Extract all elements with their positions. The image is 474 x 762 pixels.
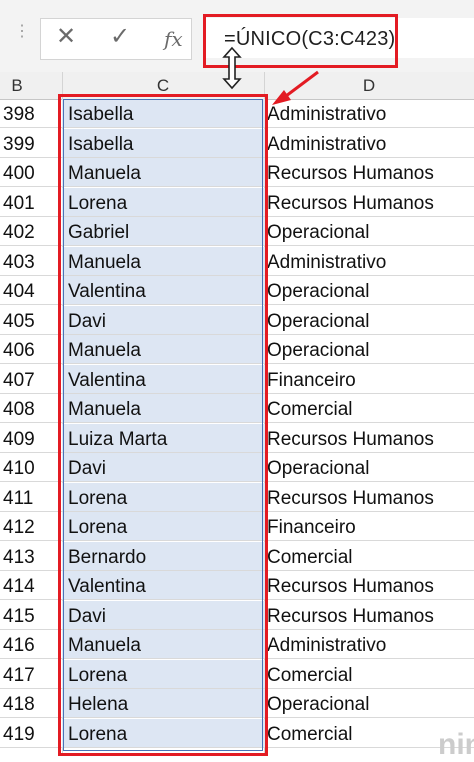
resize-cursor-icon — [222, 46, 242, 90]
arrow-head — [272, 90, 291, 105]
cell-b[interactable]: 403 — [0, 247, 37, 275]
cell-b[interactable]: 404 — [0, 276, 37, 304]
cell-b[interactable]: 410 — [0, 453, 37, 481]
cell-d[interactable]: Comercial — [267, 660, 474, 688]
cell-b[interactable]: 402 — [0, 217, 37, 245]
watermark-text: nin — [438, 728, 474, 761]
cell-d[interactable]: Recursos Humanos — [267, 483, 474, 511]
cell-d[interactable]: Administrativo — [267, 630, 474, 658]
cell-d[interactable]: Administrativo — [267, 247, 474, 275]
cell-b[interactable]: 413 — [0, 542, 37, 570]
cell-d[interactable]: Recursos Humanos — [267, 571, 474, 599]
cell-b[interactable]: 416 — [0, 630, 37, 658]
cell-d[interactable]: Recursos Humanos — [267, 188, 474, 216]
cell-b[interactable]: 406 — [0, 335, 37, 363]
cell-d[interactable]: Operacional — [267, 453, 474, 481]
cell-b[interactable]: 419 — [0, 719, 37, 747]
cell-d[interactable]: Recursos Humanos — [267, 601, 474, 629]
cell-b[interactable]: 401 — [0, 188, 37, 216]
cell-d[interactable]: Financeiro — [267, 365, 474, 393]
arrow-line — [285, 70, 319, 98]
cell-b[interactable]: 412 — [0, 512, 37, 540]
cell-d[interactable]: Operacional — [267, 689, 474, 717]
cell-b[interactable]: 407 — [0, 365, 37, 393]
cell-d[interactable]: Comercial — [267, 542, 474, 570]
cell-b[interactable]: 409 — [0, 424, 37, 452]
cell-b[interactable]: 415 — [0, 601, 37, 629]
cell-b[interactable]: 405 — [0, 306, 37, 334]
cell-b[interactable]: 408 — [0, 394, 37, 422]
cell-d[interactable]: Operacional — [267, 217, 474, 245]
column-c-highlight-box — [58, 94, 268, 756]
cell-b[interactable]: 399 — [0, 129, 37, 157]
cell-d[interactable]: Administrativo — [267, 129, 474, 157]
cell-b[interactable]: 414 — [0, 571, 37, 599]
cell-d[interactable]: Operacional — [267, 306, 474, 334]
cell-b[interactable]: 417 — [0, 660, 37, 688]
cell-d[interactable]: Comercial — [267, 394, 474, 422]
cell-d[interactable]: Operacional — [267, 276, 474, 304]
cell-d[interactable]: Recursos Humanos — [267, 424, 474, 452]
cell-b[interactable]: 411 — [0, 483, 37, 511]
cell-b[interactable]: 400 — [0, 158, 37, 186]
cell-d[interactable]: Recursos Humanos — [267, 158, 474, 186]
cell-d[interactable]: Financeiro — [267, 512, 474, 540]
cell-d[interactable]: Operacional — [267, 335, 474, 363]
cell-b[interactable]: 418 — [0, 689, 37, 717]
